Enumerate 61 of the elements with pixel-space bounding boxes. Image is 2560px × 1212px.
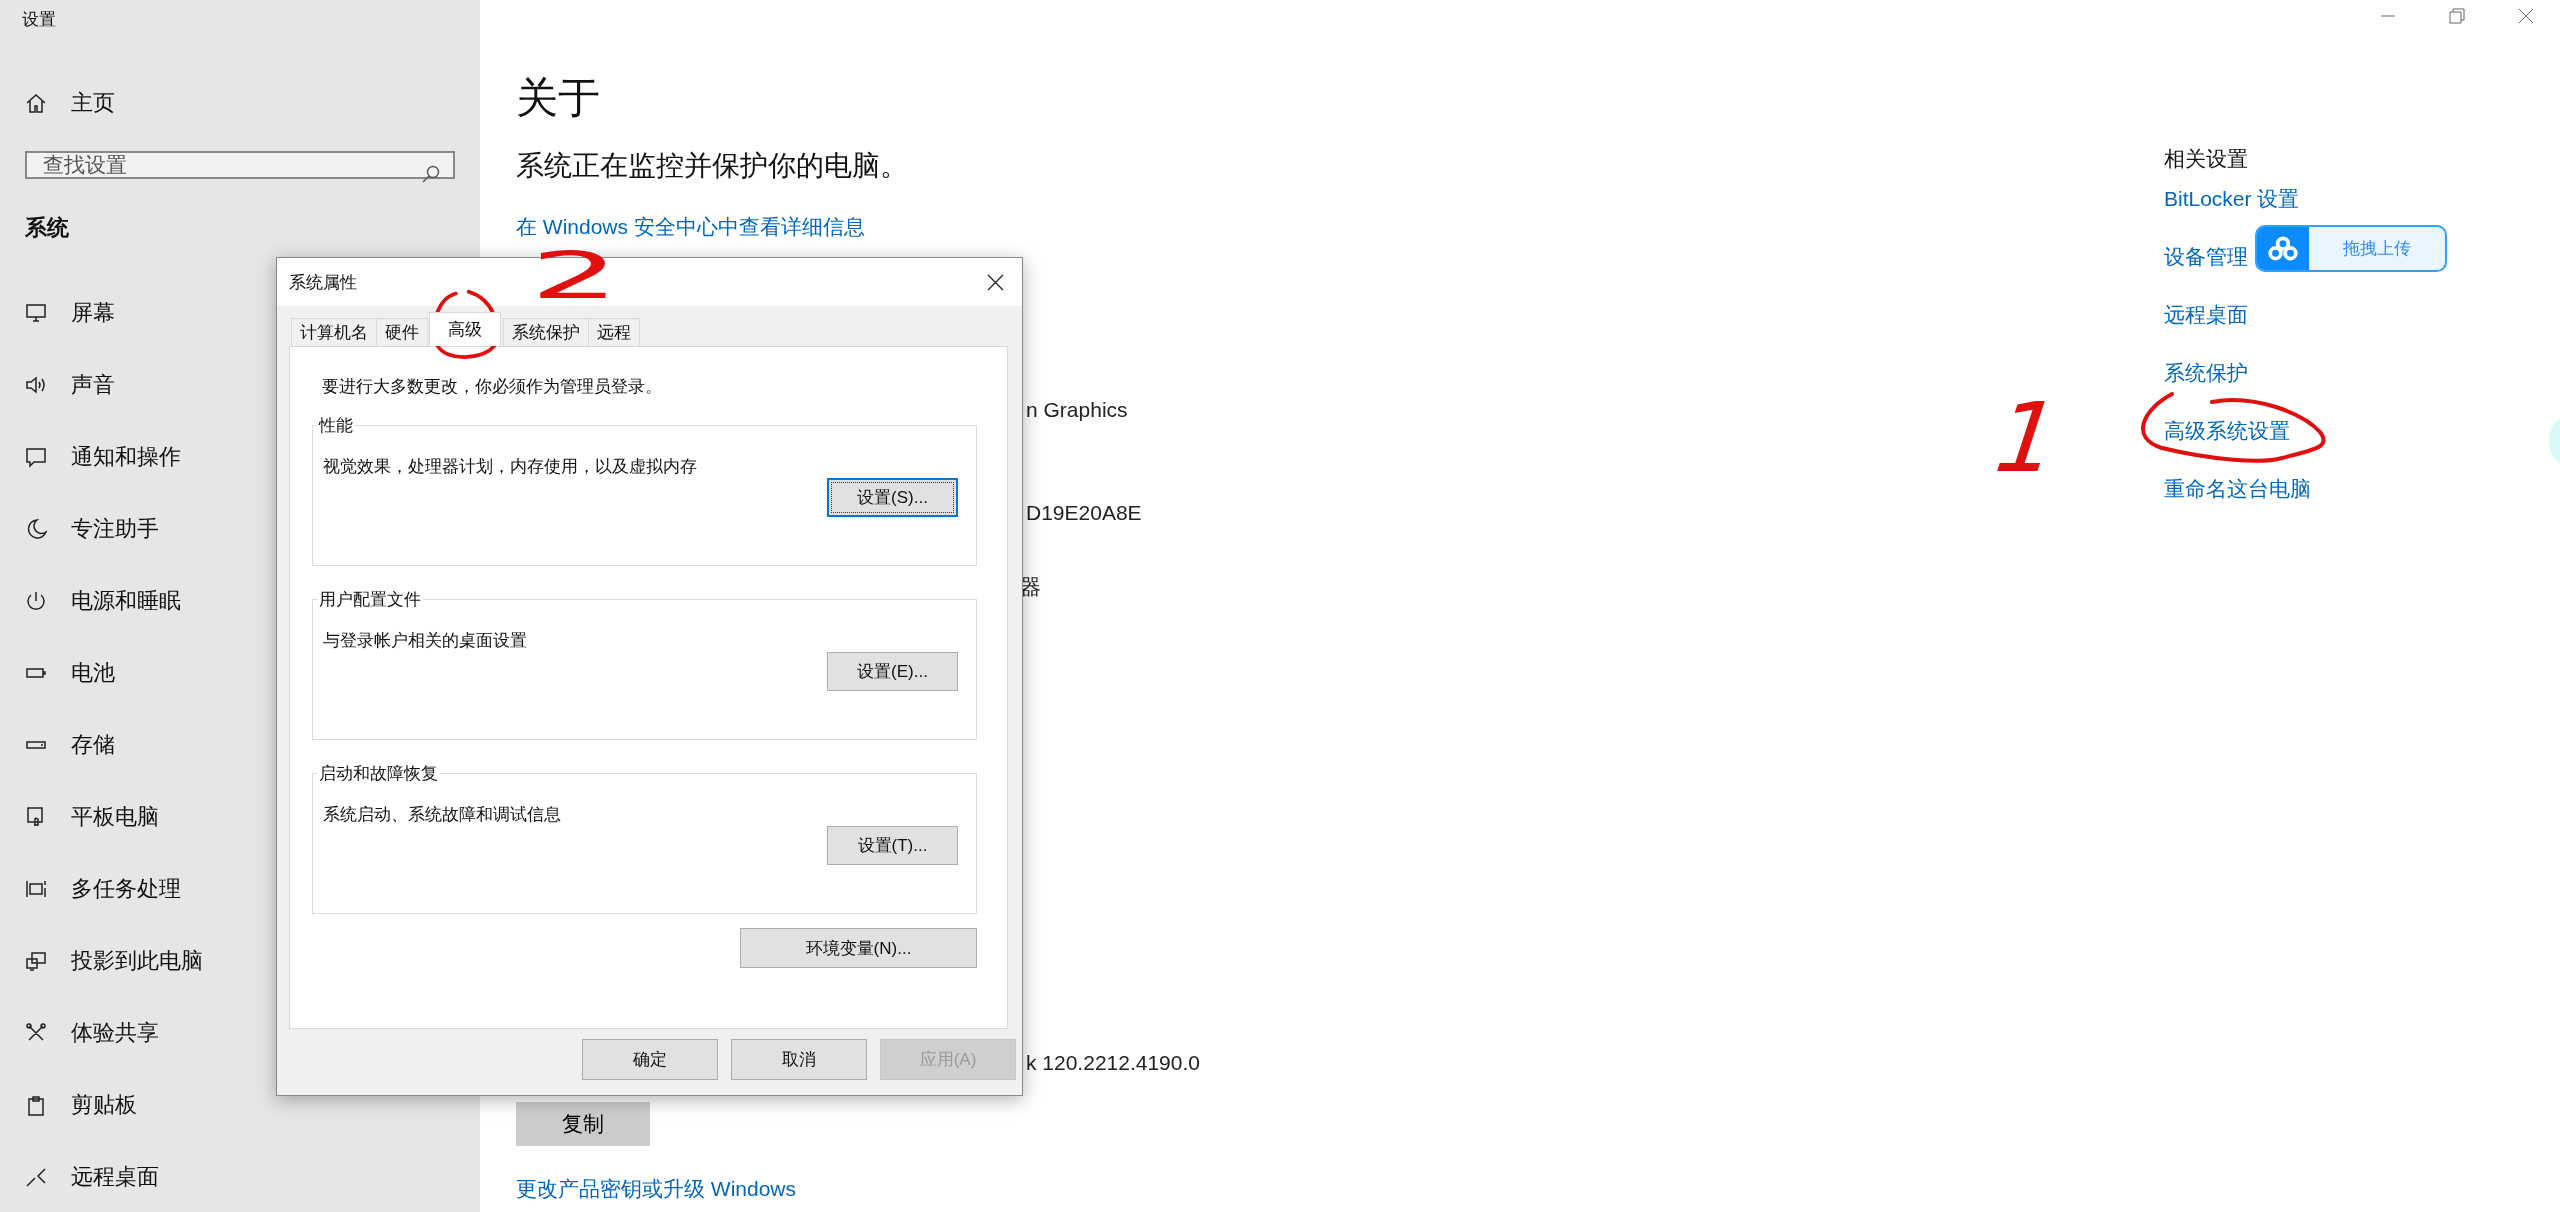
copy-button[interactable]: 复制: [516, 1102, 650, 1146]
home-icon: [25, 92, 47, 114]
settings-button[interactable]: 设置(T)...: [827, 826, 958, 865]
upgrade-link[interactable]: 更改产品密钥或升级 Windows: [516, 1176, 797, 1202]
spec-text: k 120.2212.4190.0: [1026, 1050, 1200, 1076]
environment-button[interactable]: 环境变量(N)...: [740, 928, 977, 968]
dialog-button[interactable]: 取消: [731, 1039, 867, 1080]
section-heading: 系统: [25, 215, 70, 241]
related-link[interactable]: 高级系统设置: [2164, 418, 2290, 444]
group-description: 视觉效果，处理器计划，内存使用，以及虚拟内存: [323, 456, 697, 478]
power-icon: [25, 590, 47, 612]
monitor-icon: [25, 302, 47, 324]
settings-button[interactable]: 设置(E)...: [827, 652, 958, 691]
cloud-icon: [2267, 235, 2299, 262]
related-link[interactable]: 设备管理: [2164, 244, 2248, 270]
dialog-title: 系统属性: [289, 271, 357, 294]
related-link[interactable]: 系统保护: [2164, 360, 2248, 386]
handwritten-number: 1: [1980, 390, 2073, 486]
handwritten-number: 2: [530, 244, 620, 308]
related-link[interactable]: BitLocker 设置: [2164, 186, 2300, 212]
security-link[interactable]: 在 Windows 安全中心中查看详细信息: [516, 214, 865, 240]
tab[interactable]: 远程: [588, 318, 640, 346]
projector-icon: [25, 950, 47, 972]
home-link[interactable]: 主页: [25, 90, 480, 116]
restore-icon[interactable]: [2449, 8, 2465, 24]
remote-icon: [25, 1166, 47, 1188]
close-icon[interactable]: [987, 273, 1004, 291]
group-title: 用户配置文件: [318, 589, 422, 611]
related-link[interactable]: 远程桌面: [2164, 302, 2248, 328]
sidebar-item[interactable]: 远程桌面: [25, 1141, 480, 1212]
multitask-icon: [25, 878, 47, 900]
sidebar-item[interactable]: 体验共享: [25, 997, 480, 1069]
related-link[interactable]: 重命名这台电脑: [2164, 476, 2311, 502]
clipboard-icon: [25, 1094, 47, 1116]
group-title: 启动和故障恢复: [318, 763, 439, 785]
search-field[interactable]: 查找设置: [25, 151, 455, 179]
spec-text: D19E20A8E: [1026, 500, 1142, 526]
spec-text: n Graphics: [1026, 397, 1128, 423]
notice-text: 要进行大多数更改，你必须作为管理员登录。: [322, 376, 663, 398]
group-title: 性能: [317, 415, 354, 437]
message-icon: [25, 446, 47, 468]
tab[interactable]: 计算机名: [291, 318, 377, 346]
sidebar-item[interactable]: 投影到此电脑: [25, 925, 480, 997]
spec-text: 器: [1020, 574, 1041, 600]
sidebar-item[interactable]: 剪贴板: [25, 1069, 480, 1141]
dialog-button[interactable]: 确定: [582, 1039, 718, 1080]
related-heading: 相关设置: [2164, 146, 2248, 172]
tab[interactable]: 硬件: [376, 318, 428, 346]
sidebar-item[interactable]: 专注助手: [25, 493, 480, 565]
page-title: 关于: [516, 73, 600, 123]
security-heading: 系统正在监控并保护你的电脑。: [516, 149, 908, 183]
settings-button[interactable]: 设置(S)...: [827, 478, 958, 517]
group-description: 与登录帐户相关的桌面设置: [323, 630, 527, 652]
speaker-icon: [25, 374, 47, 396]
tab[interactable]: 高级: [429, 312, 501, 346]
window-title: 设置: [22, 9, 57, 31]
sidebar-item[interactable]: 多任务处理: [25, 853, 480, 925]
search-icon: [421, 164, 441, 184]
group-description: 系统启动、系统故障和调试信息: [323, 804, 561, 826]
moon-icon: [25, 518, 47, 540]
tab[interactable]: 系统保护: [503, 318, 589, 346]
